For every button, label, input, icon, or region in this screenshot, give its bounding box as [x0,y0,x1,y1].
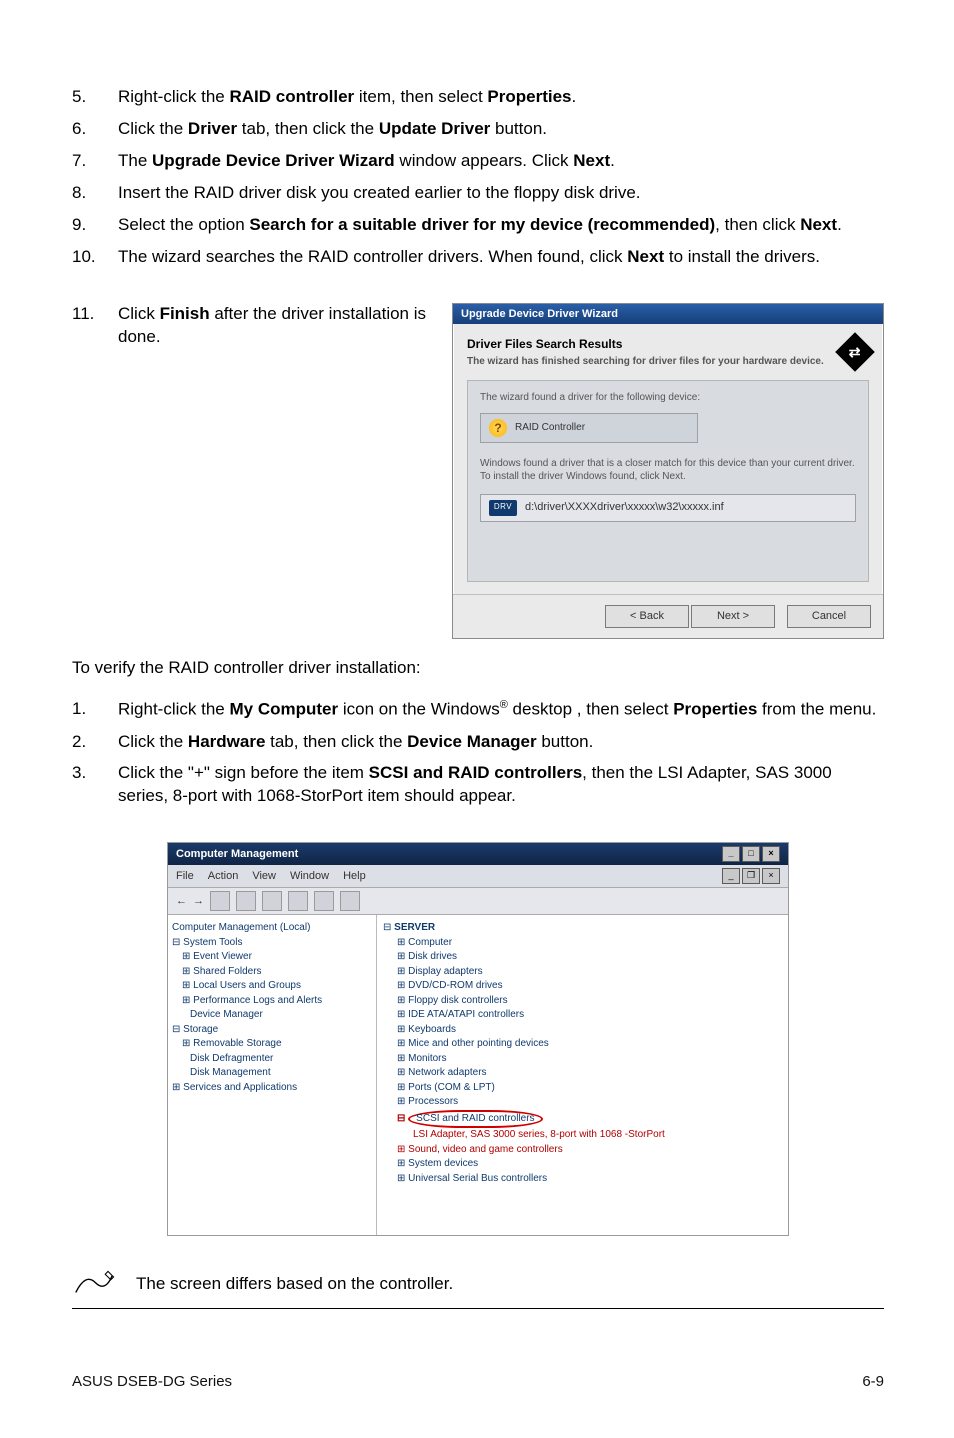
toolbar-btn[interactable] [210,891,230,911]
wizard-driver-path: DRV d:\driver\XXXXdriver\xxxxx\w32\xxxxx… [480,494,856,522]
cancel-button[interactable]: Cancel [787,605,871,628]
page-footer: ASUS DSEB-DG Series 6-9 [72,1372,884,1392]
wizard-device-chip: ? RAID Controller [480,413,698,443]
child-close-icon[interactable]: × [762,868,780,884]
menu-view[interactable]: View [252,869,276,884]
step-7: 7. The Upgrade Device Driver Wizard wind… [72,150,884,173]
child-minimize-icon[interactable]: _ [722,868,740,884]
note-text: The screen differs based on the controll… [136,1273,453,1296]
note-pencil-icon [72,1268,116,1300]
maximize-icon[interactable]: □ [742,846,760,862]
verify-steps: 1. Right-click the My Computer icon on t… [72,698,884,808]
mgr-left-tree[interactable]: Computer Management (Local) ⊟ System Too… [168,915,377,1235]
menu-action[interactable]: Action [208,869,239,884]
toolbar-back-arrow[interactable]: ← [176,894,187,909]
step-8: 8. Insert the RAID driver disk you creat… [72,182,884,205]
menu-help[interactable]: Help [343,869,366,884]
verify-step-3: 3. Click the "+" sign before the item SC… [72,762,884,808]
step-5: 5. Right-click the RAID controller item,… [72,86,884,109]
mgr-toolbar: ← → [168,888,788,915]
step-10: 10. The wizard searches the RAID control… [72,246,884,269]
step-num: 5. [72,86,118,109]
menu-file[interactable]: File [176,869,194,884]
question-icon: ? [489,419,507,437]
toolbar-fwd-arrow[interactable]: → [193,894,204,909]
verify-step-2: 2. Click the Hardware tab, then click th… [72,731,884,754]
next-button[interactable]: Next > [691,605,775,628]
verify-step-1: 1. Right-click the My Computer icon on t… [72,698,884,722]
mgr-menubar: File Action View Window Help _ ❐ × [168,865,788,888]
step-6: 6. Click the Driver tab, then click the … [72,118,884,141]
toolbar-btn[interactable] [288,891,308,911]
menu-window[interactable]: Window [290,869,329,884]
wizard-subtext: The wizard has finished searching for dr… [467,355,824,369]
child-restore-icon[interactable]: ❐ [742,868,760,884]
scsi-raid-child: LSI Adapter, SAS 3000 series, 8-port wit… [383,1128,782,1143]
wizard-inset: The wizard found a driver for the follow… [467,380,869,582]
wizard-titlebar: Upgrade Device Driver Wizard [453,304,883,325]
back-button[interactable]: < Back [605,605,689,628]
step-9: 9. Select the option Search for a suitab… [72,214,884,237]
wizard-window: Upgrade Device Driver Wizard Driver File… [452,303,884,639]
toolbar-btn[interactable] [236,891,256,911]
minimize-icon[interactable]: _ [722,846,740,862]
note-row: The screen differs based on the controll… [72,1266,884,1309]
verify-header: To verify the RAID controller driver ins… [72,657,884,680]
scsi-raid-node: ⊟ SCSI and RAID controllers [383,1110,782,1129]
install-steps: 5. Right-click the RAID controller item,… [72,86,884,269]
wizard-buttons: < Back Next > Cancel [453,594,883,638]
computer-management-window: Computer Management _ □ × File Action Vi… [167,842,789,1236]
footer-left: ASUS DSEB-DG Series [72,1372,232,1392]
close-icon[interactable]: × [762,846,780,862]
step-11: 11. Click Finish after the driver instal… [72,303,428,349]
mgr-right-tree[interactable]: ⊟ SERVER ⊞ Computer ⊞ Disk drives ⊞ Disp… [377,915,788,1235]
wizard-diamond-icon: ⇄ [835,333,875,373]
toolbar-btn[interactable] [340,891,360,911]
footer-right: 6-9 [862,1372,884,1392]
toolbar-btn[interactable] [314,891,334,911]
toolbar-btn[interactable] [262,891,282,911]
wizard-heading: Driver Files Search Results The wizard h… [467,336,869,368]
wizard-found-text: Windows found a driver that is a closer … [480,457,856,484]
step-body: Right-click the RAID controller item, th… [118,86,884,109]
install-steps-11: 11. Click Finish after the driver instal… [72,303,428,349]
mgr-titlebar: Computer Management _ □ × [168,843,788,865]
driver-icon: DRV [489,500,517,516]
